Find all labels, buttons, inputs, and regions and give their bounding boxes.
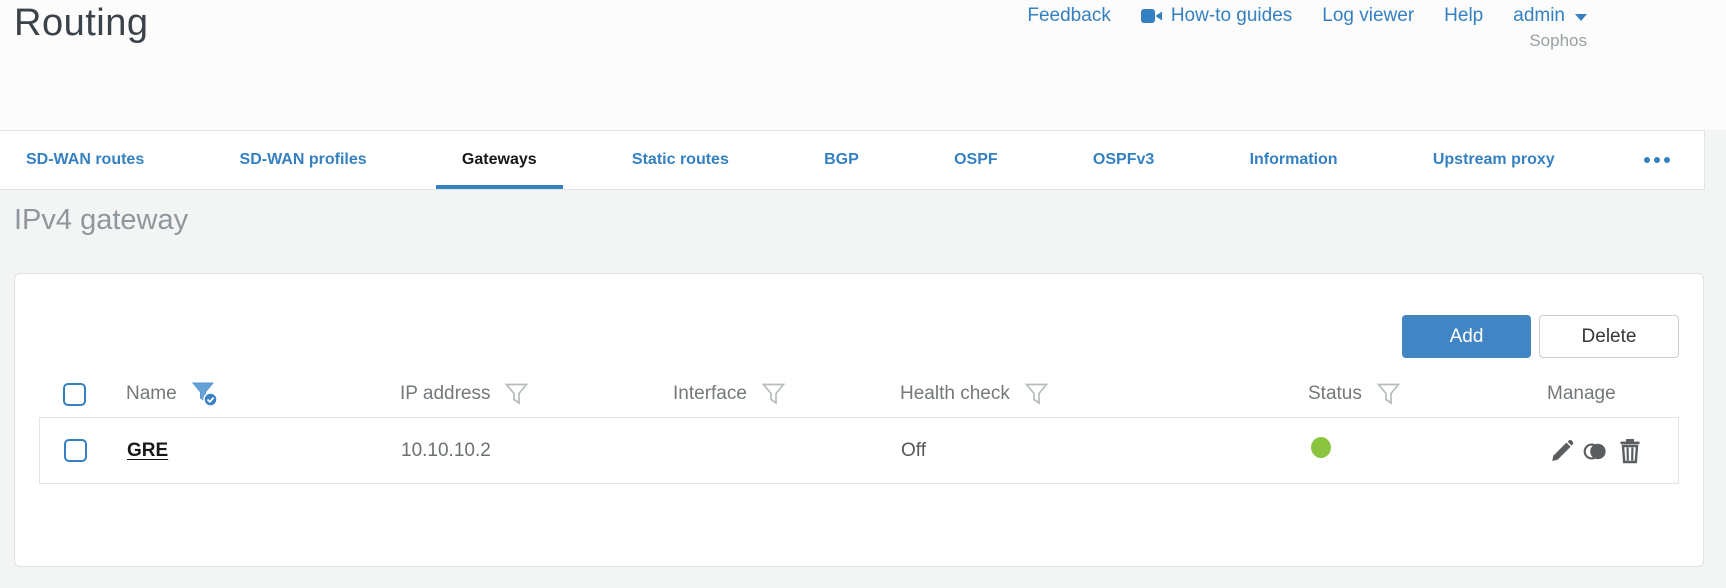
- column-header-ip-address: IP address: [400, 383, 491, 404]
- gateway-panel: Add Delete Name IP address Interface Hea…: [14, 273, 1704, 567]
- routing-page: Routing Feedback How-to guides Log viewe…: [0, 0, 1726, 588]
- brand-label: Sophos: [1529, 31, 1587, 50]
- filter-icon[interactable]: [505, 383, 529, 405]
- clone-icon[interactable]: [1582, 437, 1609, 464]
- admin-menu[interactable]: admin: [1513, 5, 1587, 27]
- column-header-manage: Manage: [1547, 383, 1616, 404]
- tab-upstream-proxy[interactable]: Upstream proxy: [1407, 131, 1581, 189]
- edit-icon[interactable]: [1548, 437, 1575, 464]
- filter-icon[interactable]: [761, 383, 786, 405]
- tab-ospf[interactable]: OSPF: [928, 131, 1024, 189]
- filter-icon[interactable]: [1376, 383, 1401, 405]
- video-camera-icon: [1140, 8, 1163, 24]
- content-area: IPv4 gateway Add Delete Name IP address …: [0, 190, 1726, 588]
- column-header-interface: Interface: [673, 383, 747, 404]
- chevron-down-icon: [1575, 14, 1587, 21]
- toolbar: Add Delete: [39, 315, 1679, 358]
- tab-sdwan-routes[interactable]: SD-WAN routes: [0, 131, 170, 189]
- gateway-health-check: Off: [901, 439, 926, 461]
- row-checkbox[interactable]: [64, 439, 87, 462]
- status-indicator: [1311, 437, 1331, 458]
- filter-active-icon[interactable]: [191, 382, 218, 407]
- help-link[interactable]: Help: [1444, 5, 1483, 27]
- how-to-guides-link[interactable]: How-to guides: [1140, 5, 1292, 27]
- header-links: Feedback How-to guides Log viewer Help a…: [1027, 5, 1587, 51]
- section-title: IPv4 gateway: [14, 204, 189, 236]
- tab-bgp[interactable]: BGP: [798, 131, 885, 189]
- tab-static-routes[interactable]: Static routes: [606, 131, 755, 189]
- feedback-link[interactable]: Feedback: [1027, 5, 1110, 27]
- page-header: Routing Feedback How-to guides Log viewe…: [0, 0, 1726, 130]
- tab-information[interactable]: Information: [1224, 131, 1364, 189]
- delete-icon[interactable]: [1616, 437, 1643, 464]
- table-row: GRE 10.10.10.2 Off: [40, 418, 1678, 483]
- gateway-name-link[interactable]: GRE: [127, 440, 168, 461]
- more-tabs-button[interactable]: [1624, 131, 1704, 189]
- page-title: Routing: [14, 2, 149, 44]
- add-button[interactable]: Add: [1402, 315, 1531, 358]
- column-header-health-check: Health check: [900, 383, 1010, 404]
- tab-gateways[interactable]: Gateways: [435, 131, 563, 189]
- column-header-name: Name: [126, 383, 177, 404]
- select-all-checkbox[interactable]: [63, 382, 86, 406]
- filter-icon[interactable]: [1024, 383, 1049, 405]
- tab-ospfv3[interactable]: OSPFv3: [1067, 131, 1180, 189]
- log-viewer-link[interactable]: Log viewer: [1322, 5, 1414, 27]
- tab-sdwan-profiles[interactable]: SD-WAN profiles: [214, 131, 393, 189]
- table-header: Name IP address Interface Health check S…: [39, 371, 1679, 417]
- table-body: GRE 10.10.10.2 Off: [39, 417, 1679, 484]
- delete-button[interactable]: Delete: [1539, 315, 1679, 358]
- tab-bar: SD-WAN routes SD-WAN profiles Gateways S…: [0, 130, 1705, 190]
- gateway-ip: 10.10.10.2: [401, 439, 491, 461]
- ellipsis-icon: [1643, 157, 1650, 163]
- column-header-status: Status: [1308, 383, 1362, 404]
